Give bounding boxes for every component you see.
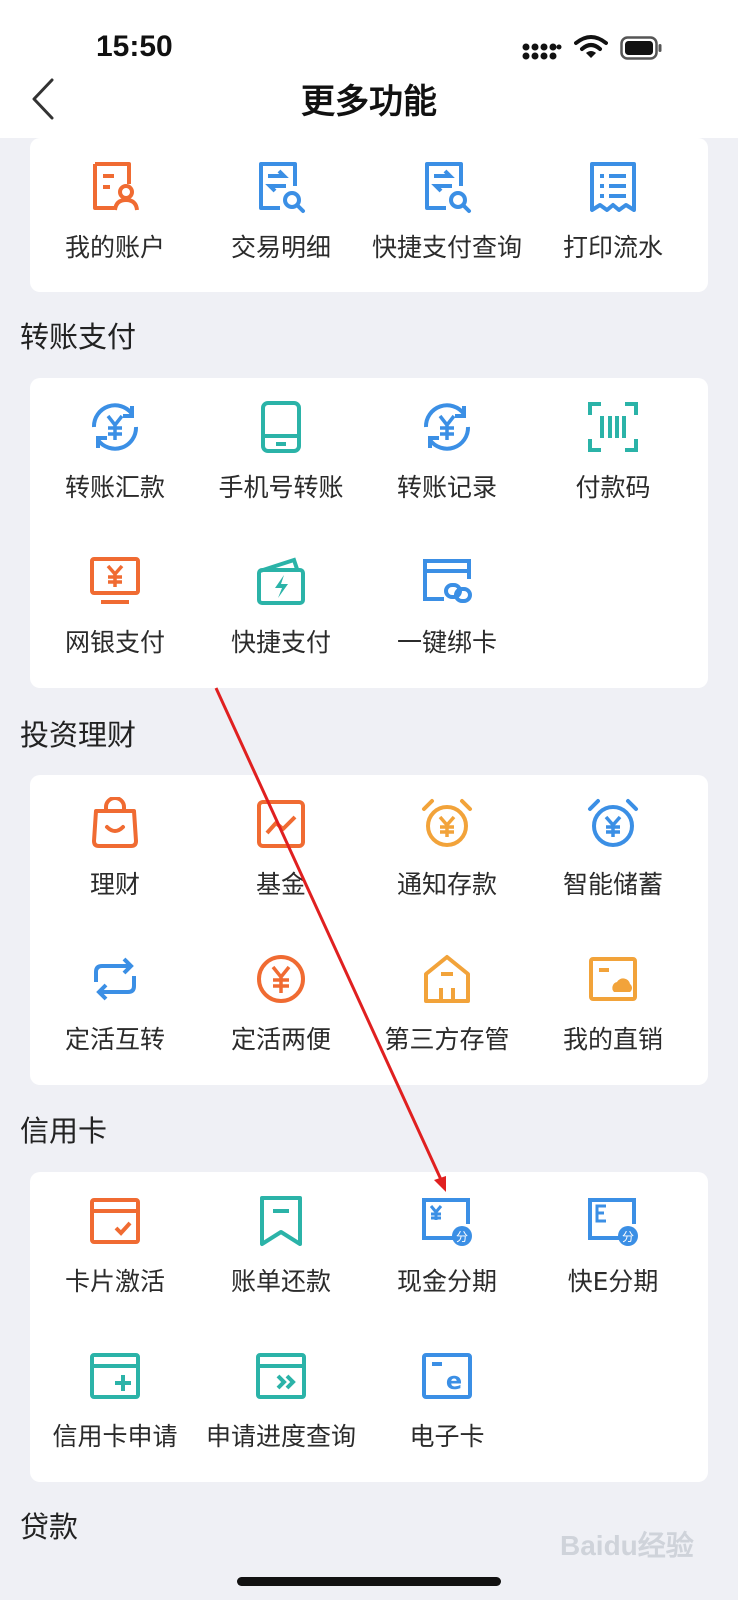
e-card-icon: e bbox=[422, 1353, 472, 1399]
item-transaction-detail[interactable]: 交易明细 bbox=[196, 138, 366, 288]
transaction-detail-icon bbox=[259, 162, 305, 213]
notice-deposit-icon bbox=[422, 799, 472, 847]
payment-code-icon bbox=[588, 402, 638, 452]
battery-icon bbox=[620, 36, 662, 60]
item-apply-progress[interactable]: 申请进度查询 bbox=[196, 1327, 366, 1477]
item-third-party-custody[interactable]: 第三方存管 bbox=[362, 930, 532, 1080]
item-quick-e-installment[interactable]: 分 快E分期 bbox=[528, 1172, 698, 1322]
item-label: 快捷支付 bbox=[230, 628, 331, 657]
svg-text:分: 分 bbox=[456, 1230, 468, 1244]
top-bar: 15:50 更多功能 bbox=[0, 0, 738, 138]
item-payment-code[interactable]: 付款码 bbox=[528, 378, 698, 528]
item-label: 理财 bbox=[89, 870, 140, 899]
item-fund[interactable]: 基金 bbox=[196, 775, 366, 925]
item-label: 转账汇款 bbox=[64, 473, 165, 502]
item-notice-deposit[interactable]: 通知存款 bbox=[362, 775, 532, 925]
item-cash-installment[interactable]: 分 现金分期 bbox=[362, 1172, 532, 1322]
quick-e-installment-icon: 分 bbox=[588, 1198, 638, 1246]
item-transfer[interactable]: 转账汇款 bbox=[30, 378, 200, 528]
investment-card: 理财 基金 通知存款 智能储蓄 定活互转 定活两便 第三方存管 我的直销 bbox=[30, 775, 708, 1085]
direct-sales-icon bbox=[589, 957, 637, 1001]
item-fixed-current[interactable]: 定活两便 bbox=[196, 930, 366, 1080]
item-label: 申请进度查询 bbox=[205, 1422, 356, 1451]
item-online-banking[interactable]: 网银支付 bbox=[30, 533, 200, 683]
card-apply-icon bbox=[90, 1353, 140, 1399]
item-label: 快E分期 bbox=[567, 1267, 659, 1296]
item-label: 交易明细 bbox=[230, 233, 331, 262]
bill-repay-icon bbox=[260, 1196, 302, 1246]
item-bill-repay[interactable]: 账单还款 bbox=[196, 1172, 366, 1322]
fixed-current-icon bbox=[257, 955, 305, 1003]
third-party-custody-icon bbox=[424, 955, 470, 1003]
transfer-icon bbox=[91, 403, 139, 451]
fund-chart-icon bbox=[257, 800, 305, 848]
item-label: 我的直销 bbox=[562, 1025, 663, 1054]
svg-text:e: e bbox=[446, 1367, 462, 1395]
section-title-investment: 投资理财 bbox=[20, 718, 137, 752]
item-label: 转账记录 bbox=[396, 473, 497, 502]
phone-transfer-icon bbox=[261, 401, 301, 453]
item-label: 基金 bbox=[255, 870, 306, 899]
item-label: 我的账户 bbox=[64, 233, 165, 262]
account-icon bbox=[93, 162, 139, 211]
item-label: 现金分期 bbox=[396, 1267, 497, 1296]
quick-pay-icon bbox=[257, 557, 305, 605]
item-transfer-record[interactable]: 转账记录 bbox=[362, 378, 532, 528]
item-label: 一键绑卡 bbox=[396, 628, 497, 657]
wealth-bag-icon bbox=[92, 797, 138, 848]
print-statement-icon bbox=[590, 162, 636, 212]
item-phone-transfer[interactable]: 手机号转账 bbox=[196, 378, 366, 528]
quick-pay-query-icon bbox=[425, 162, 471, 213]
item-label: 定活互转 bbox=[64, 1025, 165, 1054]
section-title-transfer: 转账支付 bbox=[20, 320, 137, 354]
apply-progress-icon bbox=[256, 1353, 306, 1399]
item-smart-savings[interactable]: 智能储蓄 bbox=[528, 775, 698, 925]
section-title-loan: 贷款 bbox=[20, 1510, 79, 1544]
credit-card-card: 卡片激活 账单还款 分 现金分期 分 快E分期 信用卡申请 申请进度查询 e 电… bbox=[30, 1172, 708, 1482]
item-label: 手机号转账 bbox=[218, 473, 344, 502]
account-card: 我的账户 交易明细 快捷支付查询 打印流水 bbox=[30, 138, 708, 292]
online-banking-icon bbox=[90, 557, 140, 604]
item-card-apply[interactable]: 信用卡申请 bbox=[30, 1327, 200, 1477]
item-label: 卡片激活 bbox=[64, 1267, 165, 1296]
section-title-credit-card: 信用卡 bbox=[20, 1114, 108, 1148]
bind-card-icon bbox=[423, 559, 472, 603]
item-label: 网银支付 bbox=[64, 628, 165, 657]
item-direct-sales[interactable]: 我的直销 bbox=[528, 930, 698, 1080]
transfer-card: 转账汇款 手机号转账 转账记录 付款码 网银支付 快捷支付 一键绑卡 bbox=[30, 378, 708, 688]
item-label: 打印流水 bbox=[562, 233, 663, 262]
smart-savings-icon bbox=[588, 799, 638, 847]
home-indicator[interactable] bbox=[237, 1577, 501, 1586]
card-activate-icon bbox=[90, 1198, 140, 1244]
item-label: 信用卡申请 bbox=[52, 1422, 178, 1451]
wifi-icon bbox=[574, 35, 608, 58]
item-quick-pay-query[interactable]: 快捷支付查询 bbox=[362, 138, 532, 288]
item-label: 定活两便 bbox=[230, 1025, 331, 1054]
item-card-activate[interactable]: 卡片激活 bbox=[30, 1172, 200, 1322]
page-title: 更多功能 bbox=[301, 82, 437, 122]
cash-installment-icon: 分 bbox=[422, 1198, 472, 1246]
item-label: 通知存款 bbox=[396, 870, 497, 899]
item-print-statement[interactable]: 打印流水 bbox=[528, 138, 698, 288]
item-label: 第三方存管 bbox=[384, 1025, 510, 1054]
item-label: 账单还款 bbox=[230, 1267, 331, 1296]
item-quick-pay[interactable]: 快捷支付 bbox=[196, 533, 366, 683]
item-fixed-current-switch[interactable]: 定活互转 bbox=[30, 930, 200, 1080]
item-label: 电子卡 bbox=[409, 1422, 485, 1451]
fixed-current-switch-icon bbox=[94, 957, 136, 1001]
cellular-signal-icon bbox=[522, 43, 562, 60]
item-label: 付款码 bbox=[575, 473, 651, 502]
watermark: Baidu经验 bbox=[560, 1530, 694, 1561]
item-my-account[interactable]: 我的账户 bbox=[30, 138, 200, 288]
item-label: 智能储蓄 bbox=[562, 870, 663, 899]
status-time: 15:50 bbox=[96, 30, 173, 63]
item-bind-card[interactable]: 一键绑卡 bbox=[362, 533, 532, 683]
item-wealth[interactable]: 理财 bbox=[30, 775, 200, 925]
item-e-card[interactable]: e 电子卡 bbox=[362, 1327, 532, 1477]
item-label: 快捷支付查询 bbox=[371, 233, 522, 262]
transfer-record-icon bbox=[423, 403, 471, 451]
svg-text:分: 分 bbox=[622, 1230, 634, 1244]
